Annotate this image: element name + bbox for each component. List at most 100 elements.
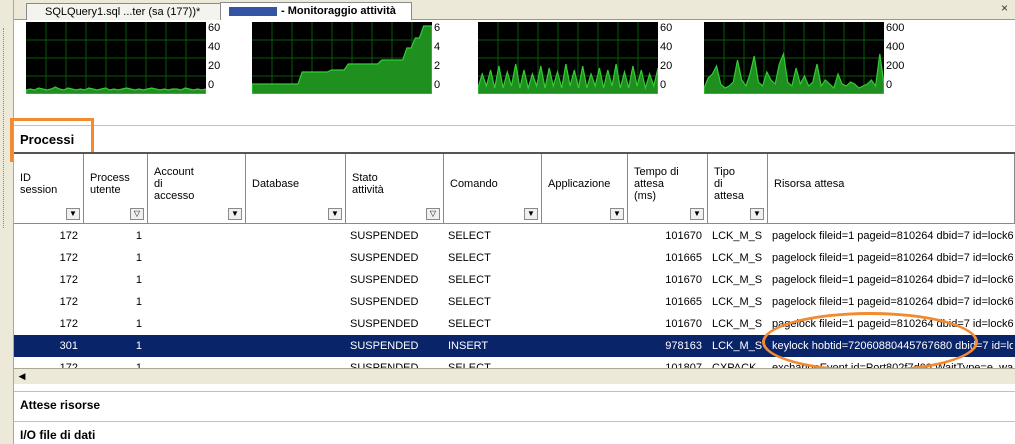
column-header-label: Stato attività	[352, 172, 384, 196]
axis-tick-label: 6	[434, 22, 441, 34]
axis-tick-label: 60	[208, 22, 221, 34]
overview-graphs: 60 40 20 0 6420 60 40 20 0 600 400 200 0	[14, 20, 1015, 122]
column-header[interactable]: Stato attività ▽	[346, 154, 444, 224]
highlight-ellipse	[762, 312, 978, 368]
table-cell-wait: 101665	[665, 296, 702, 308]
table-cell-id: 172	[59, 318, 78, 330]
table-cell-cmd: SELECT	[448, 274, 491, 286]
table-cell-proc: 1	[135, 340, 142, 352]
graph-axis: 60 40 20 0	[208, 22, 238, 98]
axis-tick-label: 0	[886, 79, 893, 91]
tab-sqlquery[interactable]: SQLQuery1.sql ...ter (sa (177))*	[26, 3, 222, 20]
table-row[interactable]: 172 1 SUSPENDED SELECT 101670 LCK_M_S pagelock…	[14, 225, 1015, 247]
table-cell-id: 172	[59, 230, 78, 242]
column-header-label: Account di accesso	[154, 166, 195, 202]
table-cell-state: SUSPENDED	[350, 274, 419, 286]
filter-dropdown-icon[interactable]: ▼	[750, 208, 764, 220]
table-cell-cmd: SELECT	[448, 252, 491, 264]
axis-tick-label: 20	[660, 60, 673, 72]
table-row[interactable]: 172 1 SUSPENDED SELECT 101665 LCK_M_S pagelock…	[14, 247, 1015, 269]
axis-tick-label: 0	[660, 79, 667, 91]
table-cell-wait: 101665	[665, 252, 702, 264]
axis-tick-label: 4	[434, 41, 441, 53]
table-cell-wait: 101670	[665, 230, 702, 242]
filter-dropdown-icon[interactable]: ▼	[524, 208, 538, 220]
table-cell-proc: 1	[135, 274, 142, 286]
table-cell-state: SUSPENDED	[350, 230, 419, 242]
table-cell-proc: 1	[135, 230, 142, 242]
filter-dropdown-icon[interactable]: ▼	[690, 208, 704, 220]
dock-grip[interactable]	[3, 28, 9, 228]
horizontal-scrollbar[interactable]: ◀	[14, 368, 1015, 384]
table-cell-type: LCK_M_S	[712, 340, 763, 352]
table-row[interactable]: 172 1 SUSPENDED SELECT 101665 LCK_M_S pagelock…	[14, 291, 1015, 313]
column-header-label: Tempo di attesa (ms)	[634, 166, 679, 202]
table-cell-type: LCK_M_S	[712, 274, 763, 286]
table-cell-res: pagelock fileid=1 pageid=810264 dbid=7 i…	[772, 252, 1013, 264]
table-cell-cmd: SELECT	[448, 318, 491, 330]
batch-requests-graph	[704, 22, 884, 94]
filter-dropdown-icon[interactable]: ▼	[228, 208, 242, 220]
tab-sqlquery-label: SQLQuery1.sql ...ter (sa (177))*	[45, 6, 201, 18]
filter-dropdown-icon[interactable]: ▼	[328, 208, 342, 220]
column-header-label: ID session	[20, 172, 58, 196]
table-row[interactable]: 172 1 SUSPENDED SELECT 101670 LCK_M_S pagelock…	[14, 269, 1015, 291]
table-cell-proc: 1	[135, 296, 142, 308]
axis-tick-label: 200	[886, 60, 905, 72]
axis-tick-label: 0	[208, 79, 215, 91]
scroll-left-arrow-icon[interactable]: ◀	[16, 371, 28, 383]
table-cell-type: LCK_M_S	[712, 318, 763, 330]
filter-dropdown-icon[interactable]: ▼	[610, 208, 624, 220]
column-header[interactable]: Tipo di attesa ▼	[708, 154, 768, 224]
column-header[interactable]: Comando ▼	[444, 154, 542, 224]
processes-grid: ID session ▼ Process utente ▽ Account di acc…	[14, 152, 1015, 368]
column-header[interactable]: Applicazione ▼	[542, 154, 628, 224]
table-cell-type: LCK_M_S	[712, 230, 763, 242]
graph-db-io: 60 40 20 0	[468, 22, 686, 102]
axis-tick-label: 40	[208, 41, 221, 53]
column-header-label: Applicazione	[548, 178, 611, 190]
tab-activity-monitor[interactable]: - Monitoraggio attività	[220, 2, 412, 21]
table-cell-id: 301	[59, 340, 78, 352]
axis-tick-label: 0	[434, 79, 441, 91]
graph-batch-requests: 600 400 200 0	[694, 22, 912, 102]
waiting-tasks-graph	[252, 22, 432, 94]
axis-tick-label: 60	[660, 22, 673, 34]
filter-dropdown-icon[interactable]: ▼	[66, 208, 80, 220]
column-header[interactable]: Risorsa attesa	[768, 154, 1015, 224]
table-cell-wait: 101670	[665, 318, 702, 330]
divider	[14, 391, 1015, 392]
graph-axis: 6 4 2 0	[434, 22, 464, 98]
column-header-label: Tipo di attesa	[714, 166, 744, 202]
divider	[14, 125, 1015, 126]
section-attese-title[interactable]: Attese risorse	[20, 398, 100, 412]
processor-time-graph	[26, 22, 206, 94]
db-io-graph	[478, 22, 658, 94]
axis-tick-label: 400	[886, 41, 905, 53]
table-cell-proc: 1	[135, 318, 142, 330]
table-cell-id: 172	[59, 252, 78, 264]
column-header[interactable]: Tempo di attesa (ms) ▼	[628, 154, 708, 224]
section-io-title[interactable]: I/O file di dati	[20, 428, 95, 442]
close-icon[interactable]: ×	[998, 2, 1011, 16]
table-cell-state: SUSPENDED	[350, 296, 419, 308]
filter-dropdown-icon[interactable]: ▽	[426, 208, 440, 220]
table-cell-cmd: SELECT	[448, 296, 491, 308]
column-header-label: Comando	[450, 178, 498, 190]
axis-tick-label: 2	[434, 60, 441, 72]
graph-axis: 600 400 200 0	[886, 22, 916, 98]
divider	[14, 421, 1015, 422]
column-header[interactable]: Database ▼	[246, 154, 346, 224]
table-cell-type: LCK_M_S	[712, 252, 763, 264]
table-cell-proc: 1	[135, 252, 142, 264]
column-header[interactable]: ID session ▼	[14, 154, 84, 224]
table-cell-res: pagelock fileid=1 pageid=810264 dbid=7 i…	[772, 274, 1013, 286]
column-header[interactable]: Process utente ▽	[84, 154, 148, 224]
filter-dropdown-icon[interactable]: ▽	[130, 208, 144, 220]
left-dock-bar	[0, 0, 14, 444]
column-header-label: Database	[252, 178, 300, 190]
column-header-label: Process utente	[90, 172, 130, 196]
tab-activity-monitor-label: - Monitoraggio attività	[281, 5, 396, 17]
table-cell-id: 172	[59, 274, 78, 286]
column-header[interactable]: Account di accesso ▼	[148, 154, 246, 224]
